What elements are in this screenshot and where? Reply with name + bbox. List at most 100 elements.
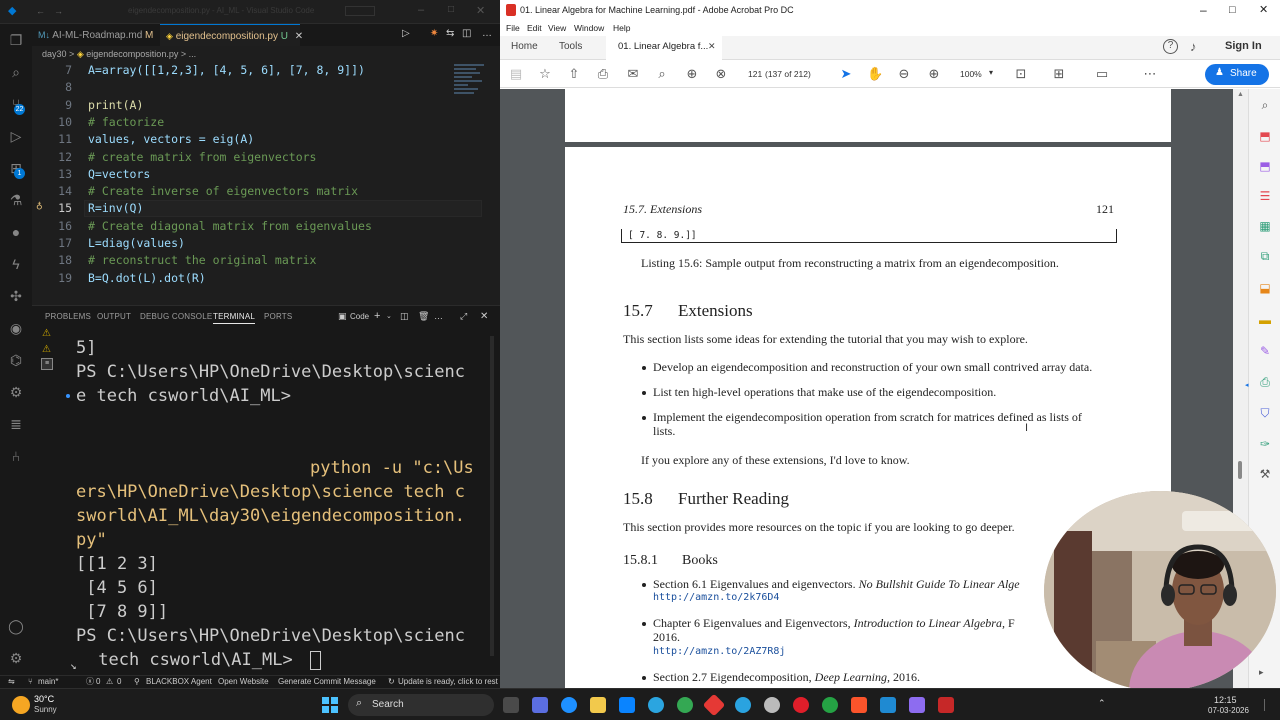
github-icon[interactable]: ● bbox=[8, 224, 24, 240]
code-line[interactable]: # factorize bbox=[88, 114, 164, 131]
doc-tab[interactable]: 01. Linear Algebra f... ✕ bbox=[606, 36, 722, 60]
search-icon[interactable]: ⌕ bbox=[8, 64, 24, 80]
book-link[interactable]: http://amzn.to/2k76D4 bbox=[653, 592, 779, 603]
bookmark-star-icon[interactable]: ☆ bbox=[537, 66, 553, 82]
database-icon[interactable]: ≣ bbox=[8, 416, 24, 432]
terminal-instance-icon[interactable]: ≡ bbox=[41, 358, 53, 370]
tab-eigendecomposition[interactable]: ◈ eigendecomposition.py U ✕ bbox=[160, 24, 303, 46]
start-windows-icon[interactable] bbox=[322, 697, 338, 713]
copilot-icon[interactable]: ◉ bbox=[8, 320, 24, 336]
compare-icon[interactable]: ⇆ bbox=[446, 28, 454, 39]
forward-icon[interactable]: → bbox=[54, 6, 63, 16]
code-line[interactable]: # Create diagonal matrix from eigenvalue… bbox=[88, 218, 372, 235]
scan-icon[interactable]: ⎙ bbox=[1258, 375, 1272, 389]
minimize-icon[interactable]: – bbox=[418, 4, 424, 16]
code-editor[interactable]: ♁ 7 A=array([[1,2,3], [4, 5, 6], [7, 8, … bbox=[32, 62, 500, 298]
code-line[interactable]: print(A) bbox=[88, 97, 143, 114]
run-python-icon[interactable]: ▷ bbox=[402, 28, 410, 39]
new-terminal-icon[interactable]: + bbox=[374, 310, 380, 322]
remote-indicator-icon[interactable]: ⇋ bbox=[8, 676, 15, 688]
chrome-icon[interactable] bbox=[677, 697, 693, 713]
close-panel-icon[interactable]: ✕ bbox=[480, 311, 488, 322]
menu-edit[interactable]: Edit bbox=[527, 20, 542, 36]
more-icon[interactable]: … bbox=[434, 311, 443, 321]
debug-bug-icon[interactable]: ✷ bbox=[430, 28, 438, 39]
doc-tab-close-icon[interactable]: ✕ bbox=[708, 41, 716, 52]
layout-icon[interactable] bbox=[345, 6, 375, 16]
expand-pane-icon[interactable]: ▸ bbox=[1259, 667, 1264, 678]
task-view-icon[interactable] bbox=[503, 697, 519, 713]
notification-bell-icon[interactable]: ♪ bbox=[1190, 39, 1197, 54]
code-line[interactable]: L=diag(values) bbox=[88, 235, 185, 252]
protect-shield-icon[interactable]: ⛉ bbox=[1258, 406, 1272, 420]
back-icon[interactable]: ← bbox=[36, 6, 45, 16]
open-website[interactable]: Open Website bbox=[218, 676, 269, 688]
run-debug-icon[interactable]: ▷ bbox=[8, 128, 24, 144]
scroll-thumb[interactable] bbox=[1238, 461, 1242, 479]
tab-ports[interactable]: PORTS bbox=[264, 312, 292, 321]
menu-file[interactable]: File bbox=[506, 20, 520, 36]
generate-commit[interactable]: Generate Commit Message bbox=[278, 676, 376, 688]
zoom-in-icon[interactable]: ⊕ bbox=[926, 66, 942, 82]
branch-name[interactable]: main* bbox=[38, 676, 58, 688]
file-explorer-icon[interactable] bbox=[590, 697, 606, 713]
save-icon[interactable]: ▤ bbox=[508, 66, 524, 82]
terminal-scrollbar[interactable] bbox=[490, 336, 494, 656]
opera-icon[interactable] bbox=[793, 697, 809, 713]
docker-icon[interactable]: ⚙ bbox=[8, 384, 24, 400]
code-line[interactable]: Q=vectors bbox=[88, 166, 150, 183]
blackbox-agent[interactable]: BLACKBOX Agent bbox=[146, 676, 212, 688]
zoom-search-icon[interactable]: ⌕ bbox=[654, 66, 670, 82]
manage-gear-icon[interactable]: ⚙ bbox=[8, 650, 24, 666]
redact-icon[interactable]: ✑ bbox=[1258, 437, 1272, 451]
code-line[interactable]: # create matrix from eigenvectors bbox=[88, 149, 316, 166]
update-ready[interactable]: Update is ready, click to rest bbox=[398, 676, 498, 688]
anydesk-icon[interactable] bbox=[702, 693, 726, 717]
code-line[interactable]: values, vectors = eig(A) bbox=[88, 131, 254, 148]
close-icon[interactable]: ✕ bbox=[476, 4, 485, 17]
accounts-icon[interactable]: ◯ bbox=[8, 618, 24, 634]
taskbar-search[interactable]: ⌕ Search bbox=[348, 694, 494, 716]
error-count[interactable]: 0 bbox=[96, 676, 100, 688]
export-icon[interactable]: ⬓ bbox=[1258, 281, 1272, 295]
clock-date[interactable]: 07-03-2026 bbox=[1208, 706, 1249, 715]
select-cursor-icon[interactable]: ➤ bbox=[838, 66, 854, 82]
combine-icon[interactable]: ⧉ bbox=[1258, 249, 1272, 263]
nav-home[interactable]: Home bbox=[511, 41, 538, 52]
zoom-level[interactable]: 100% bbox=[960, 69, 982, 79]
breadcrumb-more[interactable]: > ... bbox=[181, 49, 196, 59]
dropdown-chevron-icon[interactable]: ⌄ bbox=[386, 312, 392, 320]
show-desktop-button[interactable] bbox=[1264, 699, 1270, 711]
share-button[interactable]: ♟ Share bbox=[1205, 64, 1269, 85]
collapse-pane-icon[interactable]: ◂ bbox=[1245, 381, 1249, 389]
clock-time[interactable]: 12:15 bbox=[1214, 695, 1237, 705]
sign-in-button[interactable]: Sign In bbox=[1225, 40, 1262, 52]
scroll-up-icon[interactable]: ▲ bbox=[1237, 91, 1244, 98]
split-terminal-icon[interactable]: ◫ bbox=[400, 311, 409, 322]
copilot-app-icon[interactable] bbox=[532, 697, 548, 713]
brave-icon[interactable] bbox=[851, 697, 867, 713]
more-tools-wrench-icon[interactable]: ⚒ bbox=[1258, 467, 1272, 481]
github-desktop-icon[interactable] bbox=[764, 697, 780, 713]
edge-icon[interactable] bbox=[561, 697, 577, 713]
fill-sign-icon[interactable]: ✎ bbox=[1258, 344, 1272, 358]
warning-count[interactable]: 0 bbox=[117, 676, 121, 688]
create-pdf-icon[interactable]: ⬒ bbox=[1258, 159, 1272, 173]
terminal-profile-label[interactable]: Code bbox=[350, 312, 369, 321]
email-icon[interactable]: ✉ bbox=[625, 66, 641, 82]
more-tools-icon[interactable]: ⋯ bbox=[1142, 66, 1158, 82]
trash-icon[interactable]: 🗑 bbox=[418, 311, 429, 322]
weather-sun-icon[interactable] bbox=[12, 696, 30, 714]
skype-icon[interactable] bbox=[648, 697, 664, 713]
tab-roadmap[interactable]: M↓ AI-ML-Roadmap.md M bbox=[32, 24, 154, 46]
tab-debug-console[interactable]: DEBUG CONSOLE bbox=[140, 312, 212, 321]
help-icon[interactable]: ? bbox=[1163, 39, 1178, 54]
maximize-panel-icon[interactable]: ⤢ bbox=[460, 311, 467, 322]
zoom-out-icon[interactable]: ⊖ bbox=[896, 66, 912, 82]
comment-icon[interactable]: ▭ bbox=[1094, 66, 1110, 82]
organize-pages-icon[interactable]: ▦ bbox=[1258, 219, 1272, 233]
tray-chevron-icon[interactable]: ⌃ bbox=[1098, 698, 1106, 709]
tab-close-icon[interactable]: ✕ bbox=[295, 31, 303, 42]
explorer-icon[interactable]: ❐ bbox=[8, 32, 24, 48]
tab-output[interactable]: OUTPUT bbox=[97, 312, 131, 321]
